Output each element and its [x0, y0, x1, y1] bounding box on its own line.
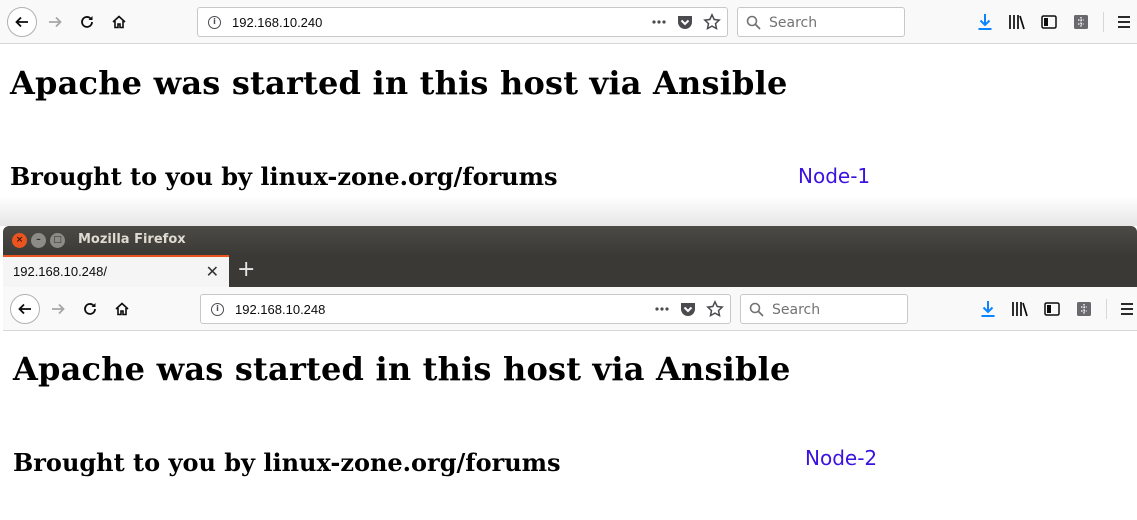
page-heading: Apache was started in this host via Ansi… — [13, 350, 791, 388]
reload-icon — [84, 303, 96, 315]
search-icon — [746, 15, 761, 30]
back-button[interactable] — [10, 294, 40, 324]
info-icon[interactable]: i — [208, 16, 221, 29]
more-actions-icon[interactable] — [654, 301, 670, 317]
node-label: Node-1 — [798, 164, 871, 188]
search-placeholder: Search — [769, 15, 818, 31]
back-arrow-icon — [15, 16, 28, 28]
sidebar-button[interactable] — [1039, 12, 1059, 32]
reload-icon — [81, 16, 93, 28]
page-subheading: Brought to you by linux-zone.org/forums — [13, 448, 561, 477]
url-text[interactable]: 192.168.10.240 — [232, 15, 322, 30]
url-bar[interactable]: i 192.168.10.248 — [200, 294, 731, 324]
info-icon[interactable]: i — [211, 303, 224, 316]
sidebar-icon — [1041, 15, 1057, 29]
pocket-icon[interactable] — [679, 300, 697, 318]
pocket-icon[interactable] — [676, 13, 694, 31]
reload-button[interactable] — [76, 295, 104, 323]
library-button[interactable] — [1010, 299, 1030, 319]
search-icon — [749, 302, 764, 317]
url-bar[interactable]: i 192.168.10.240 — [197, 7, 728, 37]
window-maximize-button[interactable]: □ — [50, 233, 65, 248]
window-minimize-button[interactable]: – — [31, 233, 46, 248]
home-button[interactable] — [108, 295, 136, 323]
forward-arrow-icon — [52, 303, 65, 315]
page-heading: Apache was started in this host via Ansi… — [10, 64, 788, 102]
maximize-icon: □ — [53, 235, 62, 245]
search-bar[interactable]: Search — [740, 294, 908, 324]
screenshot-icon — [1074, 15, 1088, 29]
close-icon: × — [15, 235, 24, 245]
window-titlebar[interactable]: × – □ Mozilla Firefox — [3, 226, 1137, 255]
download-icon — [978, 14, 992, 30]
reload-button[interactable] — [73, 8, 101, 36]
home-button[interactable] — [105, 8, 133, 36]
screenshot-button[interactable] — [1074, 299, 1094, 319]
window-close-button[interactable]: × — [12, 233, 27, 248]
home-icon — [115, 302, 129, 316]
search-bar[interactable]: Search — [737, 7, 905, 37]
sidebar-button[interactable] — [1042, 299, 1062, 319]
home-icon — [112, 15, 126, 29]
more-actions-icon[interactable] — [651, 14, 667, 30]
menu-icon — [1118, 16, 1130, 28]
download-button[interactable] — [975, 12, 995, 32]
tab-active[interactable]: 192.168.10.248/ ✕ — [3, 255, 229, 287]
download-button[interactable] — [978, 299, 998, 319]
window-title: Mozilla Firefox — [78, 232, 186, 247]
back-arrow-icon — [18, 303, 31, 315]
minimize-icon: – — [36, 235, 41, 245]
screenshot-icon — [1077, 302, 1091, 316]
library-icon — [1012, 302, 1028, 317]
sidebar-icon — [1044, 302, 1060, 316]
toolbar-separator — [1103, 12, 1104, 32]
forward-arrow-icon — [49, 16, 62, 28]
bookmark-star-icon[interactable] — [703, 13, 721, 31]
screenshot-button[interactable] — [1071, 12, 1091, 32]
menu-button[interactable] — [1117, 299, 1137, 319]
tab-strip: 192.168.10.248/ ✕ + — [3, 255, 1137, 287]
download-icon — [981, 301, 995, 317]
page-subheading: Brought to you by linux-zone.org/forums — [10, 162, 558, 191]
menu-button[interactable] — [1114, 12, 1134, 32]
back-button[interactable] — [7, 7, 37, 37]
new-tab-button[interactable]: + — [237, 259, 255, 281]
window-shadow — [0, 196, 1137, 226]
navigation-toolbar: i 192.168.10.240 Search — [0, 0, 1137, 44]
bookmark-star-icon[interactable] — [706, 300, 724, 318]
library-button[interactable] — [1007, 12, 1027, 32]
tab-close-icon[interactable]: ✕ — [206, 264, 219, 280]
toolbar-separator — [1106, 299, 1107, 319]
menu-icon — [1121, 303, 1133, 315]
navigation-toolbar: i 192.168.10.248 Search — [3, 287, 1137, 331]
library-icon — [1009, 15, 1025, 30]
forward-button[interactable] — [44, 295, 72, 323]
node-label: Node-2 — [805, 446, 878, 470]
tab-label: 192.168.10.248/ — [13, 264, 107, 279]
url-text[interactable]: 192.168.10.248 — [235, 302, 325, 317]
search-placeholder: Search — [772, 302, 821, 318]
forward-button[interactable] — [41, 8, 69, 36]
